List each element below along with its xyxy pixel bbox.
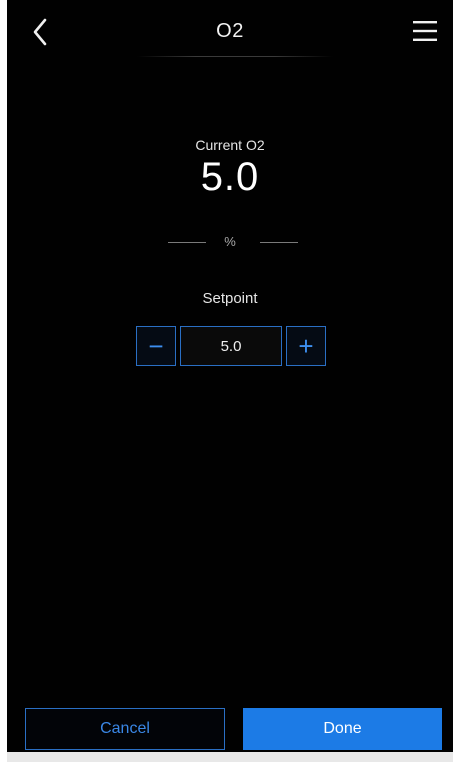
increment-button[interactable]: +	[286, 326, 326, 366]
minus-icon: −	[148, 331, 164, 361]
done-button[interactable]: Done	[243, 708, 442, 750]
title-underline	[137, 56, 333, 57]
decrement-button[interactable]: −	[136, 326, 176, 366]
page-title: O2	[216, 20, 244, 42]
plus-icon: +	[298, 331, 314, 361]
setpoint-label: Setpoint	[202, 290, 258, 307]
setpoint-input[interactable]	[180, 326, 282, 366]
menu-button[interactable]	[411, 18, 439, 44]
cancel-button[interactable]: Cancel	[25, 708, 225, 750]
hamburger-menu-icon	[413, 21, 437, 41]
header-bar: O2	[7, 0, 453, 62]
current-reading-label: Current O2	[195, 137, 265, 153]
unit-label: %	[224, 234, 236, 249]
unit-divider: %	[7, 233, 453, 253]
bottom-edge	[7, 752, 453, 762]
current-reading-value: 5.0	[200, 155, 260, 199]
divider-line-right	[260, 242, 298, 243]
o2-settings-screen: O2 Current O2 5.0 % Setpoint − + Cancel …	[7, 0, 453, 762]
